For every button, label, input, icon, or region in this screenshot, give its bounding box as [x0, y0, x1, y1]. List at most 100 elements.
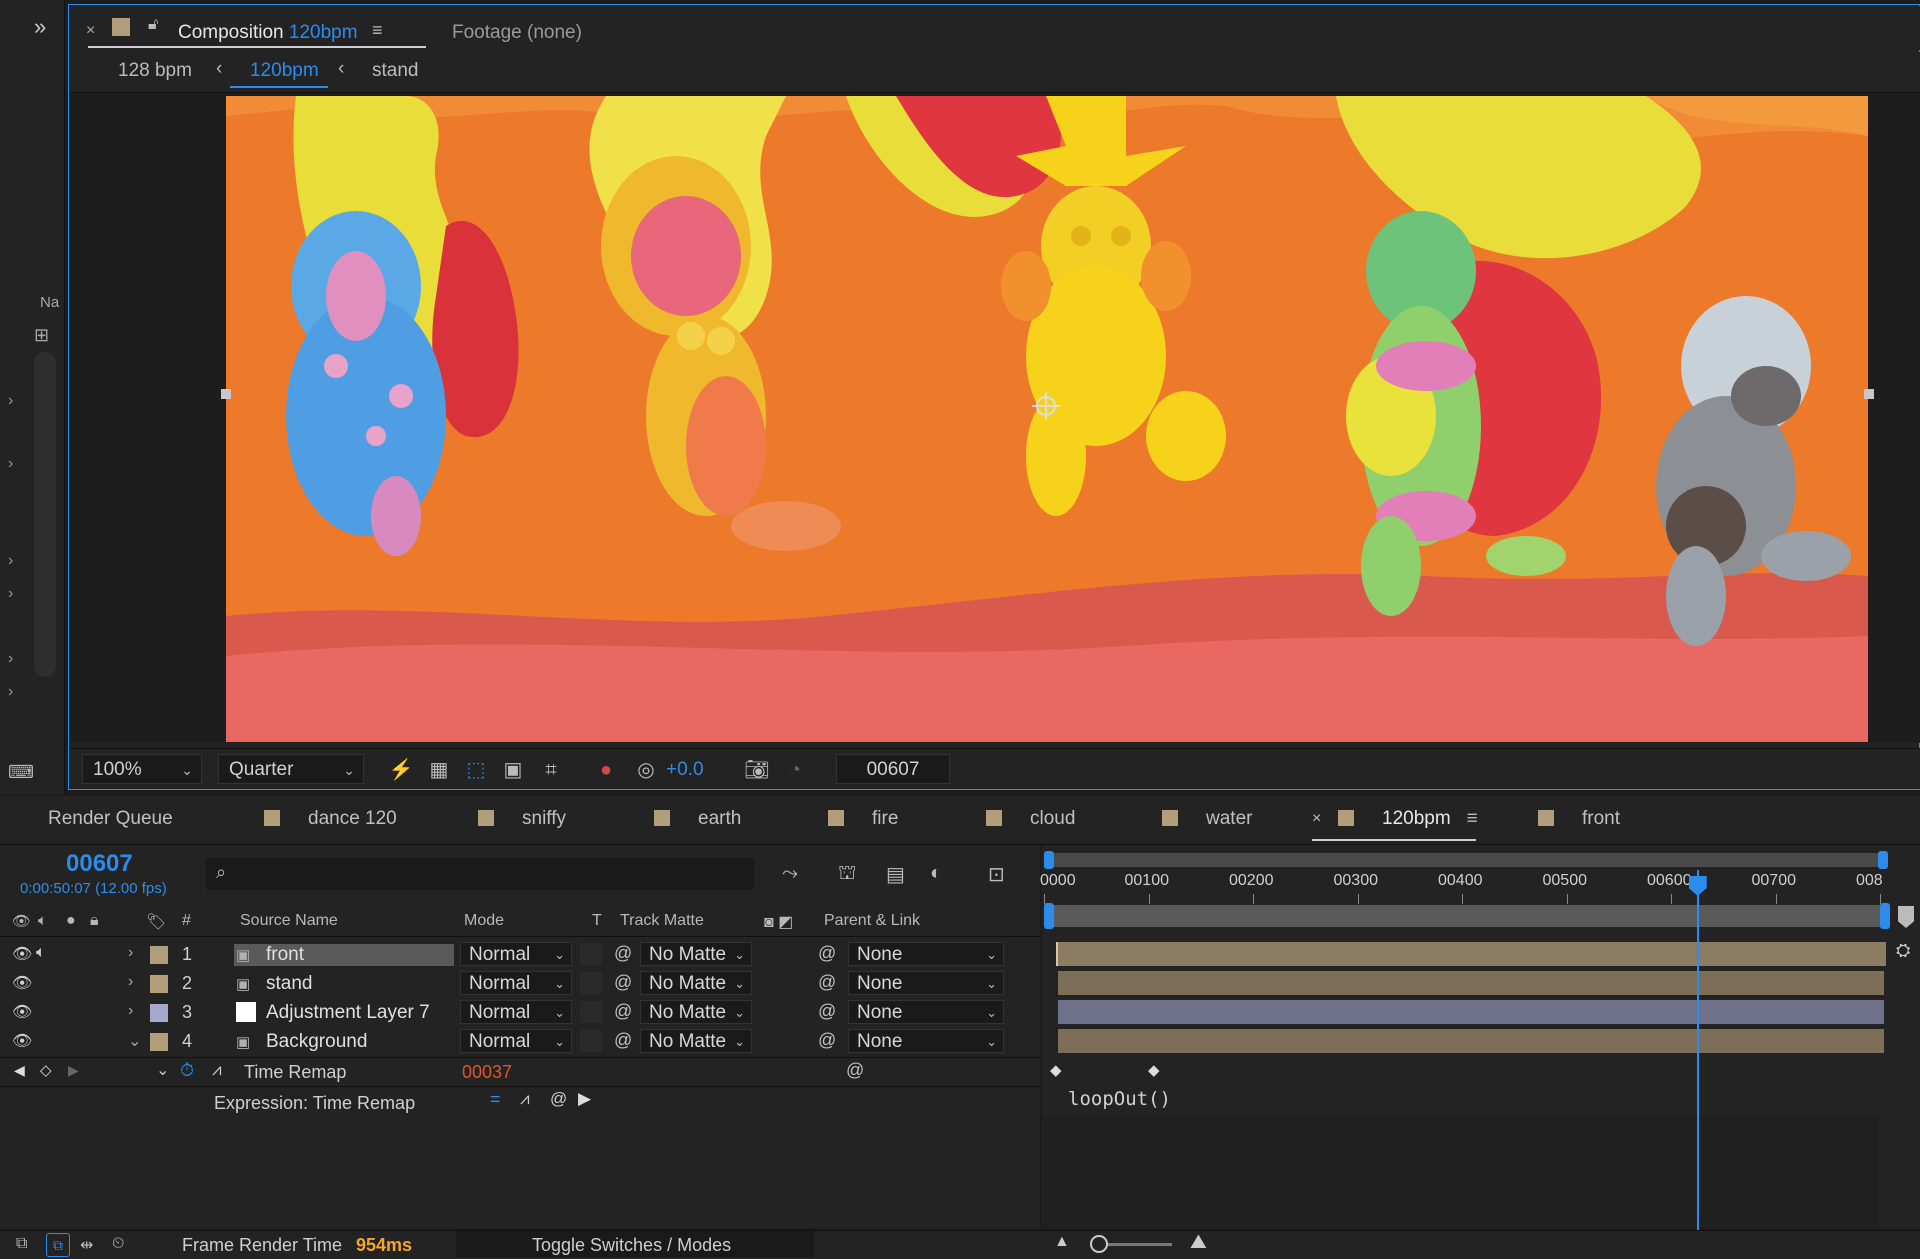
layer-duration-bar[interactable] [1056, 942, 1886, 966]
layer-search-input[interactable]: ⌕ [206, 858, 754, 890]
layer-switches-icon[interactable]: ⧉ [16, 1235, 27, 1253]
parent-dropdown[interactable]: None ⌄ [848, 942, 1004, 966]
parent-pickwhip-icon[interactable]: @ [818, 943, 836, 964]
layer-row[interactable]: 👁︎ ⌄ 4 ▣ Background Normal ⌄ @ No Matte ⌄ … [0, 1027, 1040, 1055]
tab-water[interactable]: water [1162, 808, 1252, 830]
chevron-right-icon[interactable]: › [8, 650, 13, 668]
visibility-eye-icon[interactable]: 👁︎ [12, 973, 32, 993]
visibility-eye-icon[interactable]: 👁︎ [12, 1031, 32, 1051]
guides-grid-icon[interactable]: ⌗ [538, 757, 564, 783]
matte-pickwhip-icon[interactable]: @ [614, 1001, 632, 1022]
current-time-indicator[interactable] [1696, 870, 1699, 1230]
layer-duration-bar[interactable] [1058, 1029, 1884, 1053]
layer-label-color[interactable] [150, 1033, 168, 1051]
empty-timeline-space[interactable] [1042, 1116, 1878, 1228]
tab-front[interactable]: front [1538, 808, 1620, 830]
matte-pickwhip-icon[interactable]: @ [614, 943, 632, 964]
add-keyframe-icon[interactable]: ◇ [40, 1061, 52, 1079]
work-area-bar[interactable] [1046, 853, 1884, 867]
next-keyframe-icon[interactable]: ▶ [68, 1062, 79, 1079]
tab-render-queue[interactable]: Render Queue [48, 808, 173, 830]
comp-button-icon[interactable]: ⛭ [1896, 940, 1910, 961]
tab-dance-120[interactable]: dance 120 [264, 808, 397, 830]
layer-duration-bar[interactable] [1058, 1000, 1884, 1024]
stopwatch-icon[interactable]: ⏱︎ [180, 1060, 194, 1081]
close-tab-icon[interactable]: × [86, 22, 95, 40]
prev-keyframe-icon[interactable]: ◀ [14, 1062, 25, 1079]
preserve-transparency-switch[interactable] [580, 1030, 602, 1052]
fast-previews-icon[interactable]: ⚡ [388, 757, 414, 783]
layer-label-color[interactable] [150, 975, 168, 993]
lock-header-icon[interactable]: 🔒︎ [90, 912, 99, 930]
timeline-zoom-slider-thumb[interactable] [1090, 1235, 1108, 1253]
tab-120bpm[interactable]: 120bpm ≡ [1338, 808, 1478, 830]
expression-pickwhip-icon[interactable]: @ [550, 1089, 567, 1109]
time-navigator[interactable] [1046, 905, 1884, 927]
chevron-right-icon[interactable]: › [8, 552, 13, 570]
track-matte-dropdown[interactable]: No Matte ⌄ [640, 971, 752, 995]
visibility-eye-icon[interactable]: 👁︎ [12, 944, 32, 964]
frame-blending-icon[interactable]: ▤ [886, 862, 905, 887]
chevron-right-icon[interactable]: › [128, 944, 133, 962]
layer-duration-bar[interactable] [1058, 971, 1884, 995]
show-snapshot-icon[interactable]: ◔ [782, 757, 808, 783]
matte-pickwhip-icon[interactable]: @ [614, 1030, 632, 1051]
source-name-column-header[interactable]: Source Name [240, 912, 338, 930]
breadcrumb-item[interactable]: stand [372, 60, 418, 82]
layer-row[interactable]: 👁︎ 🔈︎ › 1 ▣ front Normal ⌄ @ No Matte ⌄ @ … [0, 940, 1040, 968]
blend-mode-dropdown[interactable]: Normal ⌄ [460, 1029, 572, 1053]
chevron-down-icon[interactable]: ⌄ [156, 1060, 169, 1080]
blend-mode-dropdown[interactable]: Normal ⌄ [460, 971, 572, 995]
toggle-switches-label[interactable]: Toggle Switches / Modes [532, 1235, 731, 1256]
keyframe-diamond[interactable]: ◆ [1148, 1061, 1160, 1079]
solo-header-icon[interactable]: ● [66, 912, 76, 930]
zoom-in-mountain-icon[interactable]: ⛰︎ [1190, 1231, 1207, 1254]
mode-column-header[interactable]: Mode [464, 912, 504, 930]
layer-name[interactable]: front [266, 944, 304, 966]
zoom-out-mountain-icon[interactable]: ▲ [1054, 1233, 1070, 1251]
graph-icon[interactable]: ⩘ [212, 1060, 222, 1080]
region-of-interest-icon[interactable]: ▣ [500, 757, 526, 783]
motion-blur-icon[interactable]: ◐ [930, 862, 942, 885]
preserve-transparency-switch[interactable] [580, 1001, 602, 1023]
parent-pickwhip-icon[interactable]: @ [818, 1030, 836, 1051]
interpret-footage-icon[interactable]: ⌨ [8, 762, 34, 783]
panel-scrollbar[interactable] [34, 352, 56, 677]
preserve-transparency-switch[interactable] [580, 972, 602, 994]
layer-name[interactable]: Background [266, 1031, 367, 1053]
shy-layers-icon[interactable]: ⛫ [838, 862, 856, 887]
tab-cloud[interactable]: cloud [986, 808, 1075, 830]
transform-handle-right[interactable] [1864, 389, 1874, 399]
current-time-code[interactable]: 00607 [66, 850, 133, 878]
blend-mode-dropdown[interactable]: Normal ⌄ [460, 1000, 572, 1024]
tab-fire[interactable]: fire [828, 808, 898, 830]
track-matte-dropdown[interactable]: No Matte ⌄ [640, 942, 752, 966]
chevron-down-icon[interactable]: ⌄ [128, 1031, 141, 1051]
audio-speaker-icon[interactable]: 🔈︎ [36, 944, 46, 962]
chevron-right-icon[interactable]: › [128, 1002, 133, 1020]
graph-editor-icon[interactable]: ⊡ [988, 862, 1005, 887]
track-matte-dropdown[interactable]: No Matte ⌄ [640, 1029, 752, 1053]
tab-composition[interactable]: Composition 120bpm [178, 22, 358, 44]
parent-dropdown[interactable]: None ⌄ [848, 971, 1004, 995]
reset-exposure-icon[interactable]: ◎ [633, 757, 659, 783]
chevron-right-icon[interactable]: › [8, 455, 13, 473]
parent-link-column-header[interactable]: Parent & Link [824, 912, 920, 930]
expression-language-menu-icon[interactable]: ▶ [578, 1089, 591, 1109]
preserve-transparency-switch[interactable] [580, 943, 602, 965]
expand-panels-icon[interactable]: » [34, 14, 46, 40]
layer-label-color[interactable] [150, 1004, 168, 1022]
lock-icon[interactable]: 🔓︎ [148, 16, 158, 34]
layer-name[interactable]: Adjustment Layer 7 [266, 1002, 430, 1024]
parent-pickwhip-icon[interactable]: @ [818, 972, 836, 993]
property-value[interactable]: 00037 [462, 1062, 512, 1083]
exposure-value[interactable]: +0.0 [666, 759, 704, 781]
enable-expression-icon[interactable]: = [490, 1089, 501, 1110]
chevron-right-icon[interactable]: › [8, 392, 13, 410]
tab-footage[interactable]: Footage (none) [452, 22, 582, 44]
video-switch-header-icon[interactable]: 👁︎ [12, 912, 31, 930]
matte-pickwhip-icon[interactable]: @ [614, 972, 632, 993]
transform-handle-left[interactable] [221, 389, 231, 399]
color-channels-icon[interactable]: ● [593, 757, 619, 783]
current-time-display[interactable]: 00607 [836, 754, 950, 784]
